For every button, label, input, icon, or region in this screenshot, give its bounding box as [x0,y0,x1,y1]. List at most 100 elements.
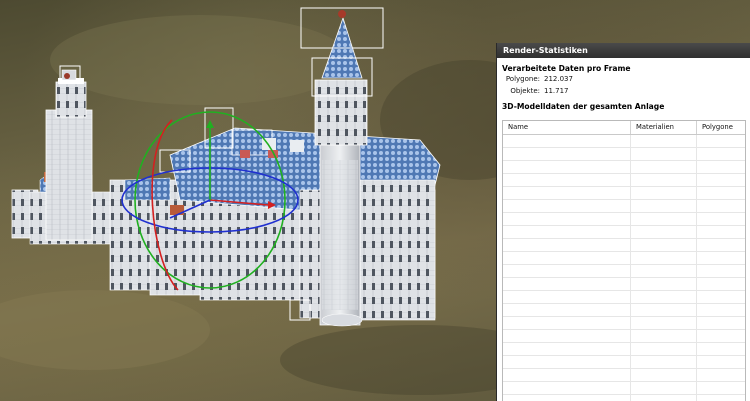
model-data-section-title: 3D-Modelldaten der gesamten Anlage [502,102,665,111]
table-empty-cell [631,174,697,186]
table-empty-cell [697,148,745,160]
render-statistics-panel: Render-Statistiken Verarbeitete Daten pr… [496,43,750,401]
table-empty-cell [697,343,745,355]
table-empty-cell [697,330,745,342]
table-empty-cell [631,369,697,381]
table-empty-cell [697,265,745,277]
table-empty-row [503,213,745,226]
table-empty-cell [631,356,697,368]
table-empty-cell [631,148,697,160]
table-empty-cell [503,265,631,277]
stat-objects-label: Objekte: [510,87,540,95]
table-empty-cell [697,200,745,212]
table-empty-row [503,317,745,330]
table-empty-cell [697,135,745,147]
table-empty-cell [503,174,631,186]
table-empty-cell [631,252,697,264]
stat-polygons: Polygone: 212.037 [497,73,750,85]
table-empty-cell [631,330,697,342]
table-empty-cell [631,226,697,238]
table-empty-row [503,395,745,401]
table-empty-cell [503,135,631,147]
table-empty-cell [503,382,631,394]
table-empty-cell [631,135,697,147]
table-empty-cell [697,187,745,199]
table-empty-cell [697,382,745,394]
table-empty-row [503,135,745,148]
table-empty-cell [697,395,745,401]
table-empty-row [503,239,745,252]
table-empty-cell [697,161,745,173]
table-empty-row [503,330,745,343]
table-empty-row [503,174,745,187]
frame-data-section-title: Verarbeitete Daten pro Frame [502,64,631,73]
table-empty-cell [503,395,631,401]
table-empty-cell [503,213,631,225]
model-data-table[interactable]: Name Materialien Polygone [502,120,746,401]
stat-objects: Objekte: 11.717 [497,85,750,97]
table-empty-cell [503,187,631,199]
column-header-name[interactable]: Name [503,121,631,134]
table-empty-cell [503,343,631,355]
table-empty-cell [697,174,745,186]
table-empty-cell [631,213,697,225]
table-empty-cell [697,317,745,329]
column-header-polygons[interactable]: Polygone [697,121,745,134]
table-empty-row [503,382,745,395]
table-empty-cell [503,317,631,329]
table-empty-cell [503,291,631,303]
table-empty-cell [697,291,745,303]
table-header: Name Materialien Polygone [503,121,745,135]
table-empty-cell [503,278,631,290]
table-empty-cell [697,304,745,316]
table-empty-cell [697,252,745,264]
stat-polygons-label: Polygone: [505,75,540,83]
table-empty-cell [631,187,697,199]
table-empty-cell [503,369,631,381]
table-empty-row [503,278,745,291]
table-empty-cell [631,200,697,212]
table-empty-row [503,265,745,278]
table-empty-cell [631,291,697,303]
table-empty-cell [631,395,697,401]
table-empty-cell [631,278,697,290]
table-empty-row [503,200,745,213]
table-empty-row [503,148,745,161]
table-empty-cell [697,213,745,225]
table-empty-row [503,369,745,382]
table-empty-cell [503,356,631,368]
castle-left-tower [45,69,93,241]
table-empty-cell [697,239,745,251]
table-empty-row [503,187,745,200]
table-empty-cell [503,252,631,264]
table-empty-row [503,161,745,174]
table-empty-cell [631,239,697,251]
table-empty-cell [503,200,631,212]
stat-objects-value: 11.717 [544,87,569,95]
table-empty-row [503,252,745,265]
table-empty-row [503,304,745,317]
table-body [503,135,745,401]
table-empty-cell [503,330,631,342]
table-empty-cell [631,161,697,173]
table-empty-row [503,356,745,369]
column-header-materials[interactable]: Materialien [631,121,697,134]
table-empty-cell [697,356,745,368]
table-empty-row [503,226,745,239]
table-empty-cell [631,317,697,329]
table-empty-cell [631,382,697,394]
table-empty-cell [631,304,697,316]
table-empty-cell [631,265,697,277]
table-empty-cell [503,239,631,251]
table-empty-row [503,291,745,304]
table-empty-cell [503,304,631,316]
table-empty-cell [697,369,745,381]
table-empty-cell [631,343,697,355]
table-empty-cell [697,278,745,290]
table-empty-row [503,343,745,356]
table-empty-cell [503,161,631,173]
table-empty-cell [697,226,745,238]
stat-polygons-value: 212.037 [544,75,573,83]
table-empty-cell [503,148,631,160]
table-empty-cell [503,226,631,238]
